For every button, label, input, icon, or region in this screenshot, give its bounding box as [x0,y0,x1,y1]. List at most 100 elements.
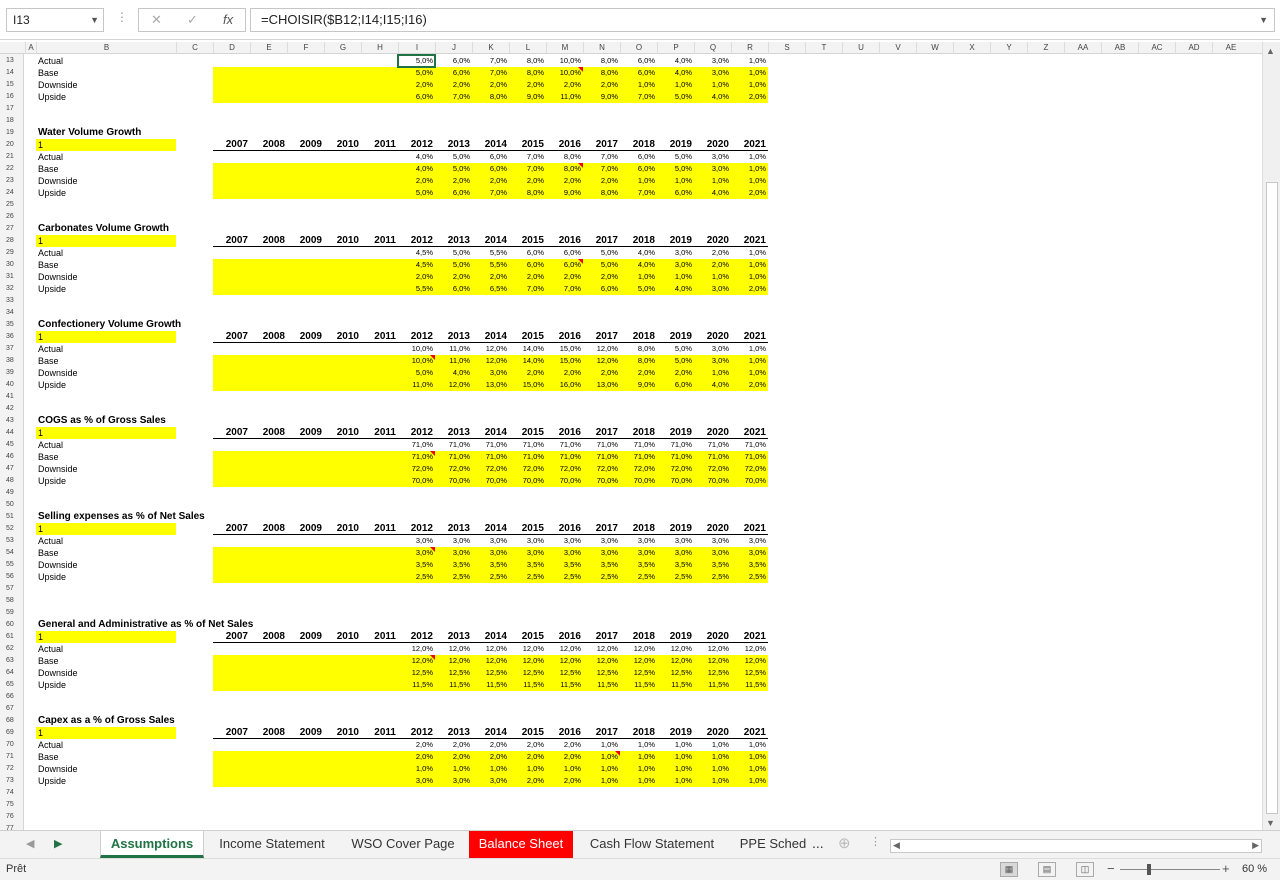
pct-cell[interactable]: 1,0% [509,763,546,775]
pct-cell[interactable]: 7,0% [435,91,472,103]
pct-cell[interactable]: 14,0% [509,343,546,355]
row-header[interactable]: 17 [0,103,22,115]
scenario-label[interactable]: Base [38,163,158,175]
pct-cell[interactable]: 70,0% [620,475,657,487]
row-header[interactable]: 26 [0,211,22,223]
column-header[interactable]: Y [990,42,1027,54]
pct-cell[interactable]: 5,0% [435,247,472,259]
row-header[interactable]: 33 [0,295,22,307]
pct-cell[interactable]: 6,0% [435,283,472,295]
section-title[interactable]: Carbonates Volume Growth [38,223,438,235]
confirm-icon[interactable]: ✓ [187,12,198,28]
row-header[interactable]: 45 [0,439,22,451]
pct-cell[interactable]: 3,0% [731,547,768,559]
row-header[interactable]: 18 [0,115,22,127]
row-header[interactable]: 64 [0,667,22,679]
function-icon[interactable]: fx [223,12,233,27]
pct-cell[interactable]: 5,0% [657,163,694,175]
pct-cell[interactable]: 3,5% [657,559,694,571]
pct-cell[interactable]: 11,5% [398,679,435,691]
pct-cell[interactable]: 2,0% [398,271,435,283]
pct-cell[interactable]: 14,0% [509,355,546,367]
pct-cell[interactable]: 71,0% [435,451,472,463]
scenario-label[interactable]: Upside [38,679,158,691]
pct-cell[interactable]: 5,0% [398,67,435,79]
pct-cell[interactable]: 3,0% [435,535,472,547]
pct-cell[interactable]: 3,0% [583,547,620,559]
scroll-down-icon[interactable]: ▼ [1266,818,1275,828]
row-header[interactable]: 30 [0,259,22,271]
pct-cell[interactable]: 2,0% [472,751,509,763]
pct-cell[interactable]: 1,0% [731,763,768,775]
pct-cell[interactable]: 2,0% [398,175,435,187]
pct-cell[interactable]: 6,0% [583,283,620,295]
pct-cell[interactable]: 3,0% [472,547,509,559]
row-header[interactable]: 49 [0,487,22,499]
pct-cell[interactable]: 8,0% [620,343,657,355]
pct-cell[interactable]: 71,0% [472,451,509,463]
pct-cell[interactable]: 15,0% [509,379,546,391]
pct-cell[interactable]: 1,0% [657,79,694,91]
pct-cell[interactable]: 3,0% [546,535,583,547]
pct-cell[interactable]: 2,0% [546,271,583,283]
pct-cell[interactable]: 5,0% [435,259,472,271]
pct-cell[interactable]: 2,0% [731,91,768,103]
pct-cell[interactable]: 2,0% [694,247,731,259]
row-header[interactable]: 39 [0,367,22,379]
pct-cell[interactable]: 7,0% [583,163,620,175]
row-header[interactable]: 13 [0,55,22,67]
pct-cell[interactable]: 5,0% [398,187,435,199]
pct-cell[interactable]: 11,5% [731,679,768,691]
column-header[interactable]: K [472,42,509,54]
pct-cell[interactable]: 12,0% [694,643,731,655]
row-header[interactable]: 59 [0,607,22,619]
pct-cell[interactable]: 71,0% [657,439,694,451]
pct-cell[interactable]: 2,5% [657,571,694,583]
pct-cell[interactable]: 12,5% [620,667,657,679]
row-header[interactable]: 40 [0,379,22,391]
pct-cell[interactable]: 12,0% [435,643,472,655]
pct-cell[interactable]: 71,0% [620,439,657,451]
pct-cell[interactable]: 1,0% [657,751,694,763]
tab-ppe-sched[interactable]: PPE Sched [730,831,816,858]
row-header[interactable]: 42 [0,403,22,415]
pct-cell[interactable]: 72,0% [583,463,620,475]
pct-cell[interactable]: 12,0% [731,655,768,667]
pct-cell[interactable]: 2,0% [583,175,620,187]
pct-cell[interactable]: 12,0% [398,643,435,655]
pct-cell[interactable]: 1,0% [731,247,768,259]
pct-cell[interactable]: 1,0% [657,739,694,751]
pct-cell[interactable]: 6,0% [620,163,657,175]
row-header[interactable]: 50 [0,499,22,511]
pct-cell[interactable]: 3,0% [694,547,731,559]
pct-cell[interactable]: 8,0% [583,187,620,199]
pct-cell[interactable]: 2,0% [472,79,509,91]
row-header[interactable]: 47 [0,463,22,475]
pct-cell[interactable]: 1,0% [546,763,583,775]
pct-cell[interactable]: 4,0% [657,283,694,295]
cancel-icon[interactable]: ✕ [151,12,162,28]
row-header[interactable]: 41 [0,391,22,403]
pct-cell[interactable]: 1,0% [731,355,768,367]
pct-cell[interactable]: 3,0% [657,259,694,271]
row-header[interactable]: 58 [0,595,22,607]
pct-cell[interactable]: 1,0% [731,367,768,379]
zoom-slider-knob[interactable] [1147,864,1151,875]
pct-cell[interactable]: 3,0% [620,547,657,559]
pct-cell[interactable]: 72,0% [398,463,435,475]
pct-cell[interactable]: 7,0% [620,91,657,103]
pct-cell[interactable]: 12,5% [546,667,583,679]
section-title[interactable]: Confectionery Volume Growth [38,319,438,331]
pct-cell[interactable]: 1,0% [731,175,768,187]
pct-cell[interactable]: 1,0% [583,775,620,787]
pct-cell[interactable]: 3,0% [694,283,731,295]
pct-cell[interactable]: 2,0% [546,175,583,187]
pct-cell[interactable]: 2,0% [657,367,694,379]
column-header[interactable]: E [250,42,287,54]
scenario-label[interactable]: Downside [38,175,158,187]
pct-cell[interactable]: 11,5% [435,679,472,691]
pct-cell[interactable]: 12,0% [583,355,620,367]
pct-cell[interactable]: 3,5% [435,559,472,571]
pct-cell[interactable]: 72,0% [435,463,472,475]
column-header[interactable]: AE [1212,42,1249,54]
